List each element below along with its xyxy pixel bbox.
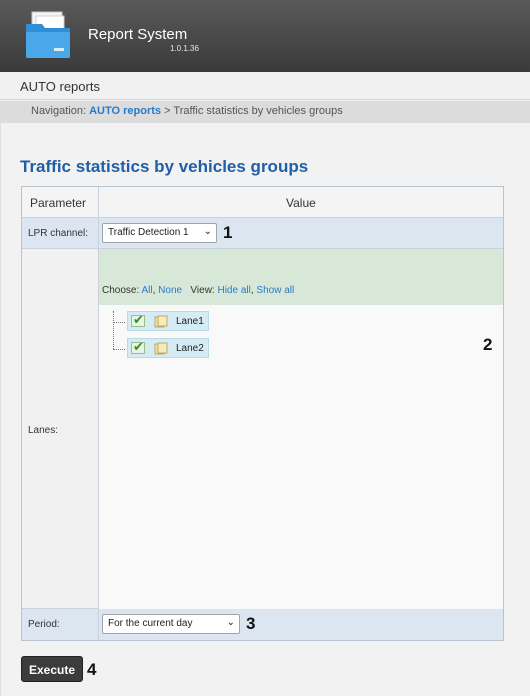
hide-all-link[interactable]: Hide all <box>217 285 250 296</box>
header-parameter: Parameter <box>30 196 87 210</box>
tree-node-label: Lane1 <box>176 316 204 327</box>
marker-3: 3 <box>246 614 256 633</box>
column-separator <box>98 187 99 640</box>
section-bar: AUTO reports <box>0 72 530 100</box>
folder-icon <box>154 342 168 355</box>
checkbox-checked-icon[interactable]: ✔ <box>131 339 145 354</box>
folder-icon <box>154 315 168 328</box>
execute-button[interactable]: Execute <box>21 656 83 682</box>
tree-node-label: Lane2 <box>176 343 204 354</box>
section-title[interactable]: AUTO reports <box>20 79 100 94</box>
choose-all-link[interactable]: All <box>141 285 152 296</box>
table-header: Parameter Value <box>22 187 503 218</box>
app-title: Report System <box>88 26 188 43</box>
chevron-down-icon: ⌄ <box>226 617 235 628</box>
lpr-channel-select[interactable]: Traffic Detection 1 ⌄ <box>102 223 217 243</box>
lanes-label: Lanes: <box>28 425 59 436</box>
marker-4: 4 <box>87 660 97 679</box>
chevron-down-icon: ⌄ <box>203 226 212 237</box>
tree-node-lane2[interactable]: ✔ Lane2 <box>127 338 209 358</box>
row-lanes: Lanes: Choose: All, None View: Hide all,… <box>22 249 503 609</box>
lpr-channel-value: Traffic Detection 1 <box>108 227 189 238</box>
choose-none-link[interactable]: None <box>158 285 182 296</box>
parameters-table: Parameter Value LPR channel: Traffic Det… <box>21 186 504 641</box>
breadcrumb-prefix: Navigation: <box>31 105 87 117</box>
header-value: Value <box>286 196 316 210</box>
marker-2: 2 <box>483 335 493 354</box>
breadcrumb-separator: > <box>164 105 171 117</box>
app-header: Report System 1.0.1.36 <box>0 0 530 72</box>
period-label: Period: <box>28 619 60 630</box>
breadcrumb-current: Traffic statistics by vehicles groups <box>173 105 343 117</box>
row-period: Period: For the current day ⌄ 3 <box>22 609 503 640</box>
folder-icon <box>26 11 70 58</box>
choose-view-controls: Choose: All, None View: Hide all, Show a… <box>102 285 295 296</box>
checkbox-checked-icon[interactable]: ✔ <box>131 312 145 327</box>
lanes-header-area <box>99 249 503 305</box>
period-value: For the current day <box>108 618 193 629</box>
marker-1: 1 <box>223 223 233 242</box>
app-version: 1.0.1.36 <box>170 44 199 53</box>
page-title: Traffic statistics by vehicles groups <box>20 157 309 176</box>
lpr-channel-label: LPR channel: <box>28 228 89 239</box>
view-label: View: <box>190 285 215 296</box>
lanes-tree: ✔ Lane1 ✔ Lane2 2 <box>99 305 503 609</box>
period-select[interactable]: For the current day ⌄ <box>102 614 240 634</box>
row-lpr-channel: LPR channel: Traffic Detection 1 ⌄ 1 <box>22 218 503 249</box>
choose-label: Choose: <box>102 285 140 296</box>
show-all-link[interactable]: Show all <box>256 285 294 296</box>
breadcrumb: Navigation: AUTO reports > Traffic stati… <box>0 101 530 123</box>
tree-node-lane1[interactable]: ✔ Lane1 <box>127 311 209 331</box>
breadcrumb-link-auto-reports[interactable]: AUTO reports <box>89 105 161 117</box>
